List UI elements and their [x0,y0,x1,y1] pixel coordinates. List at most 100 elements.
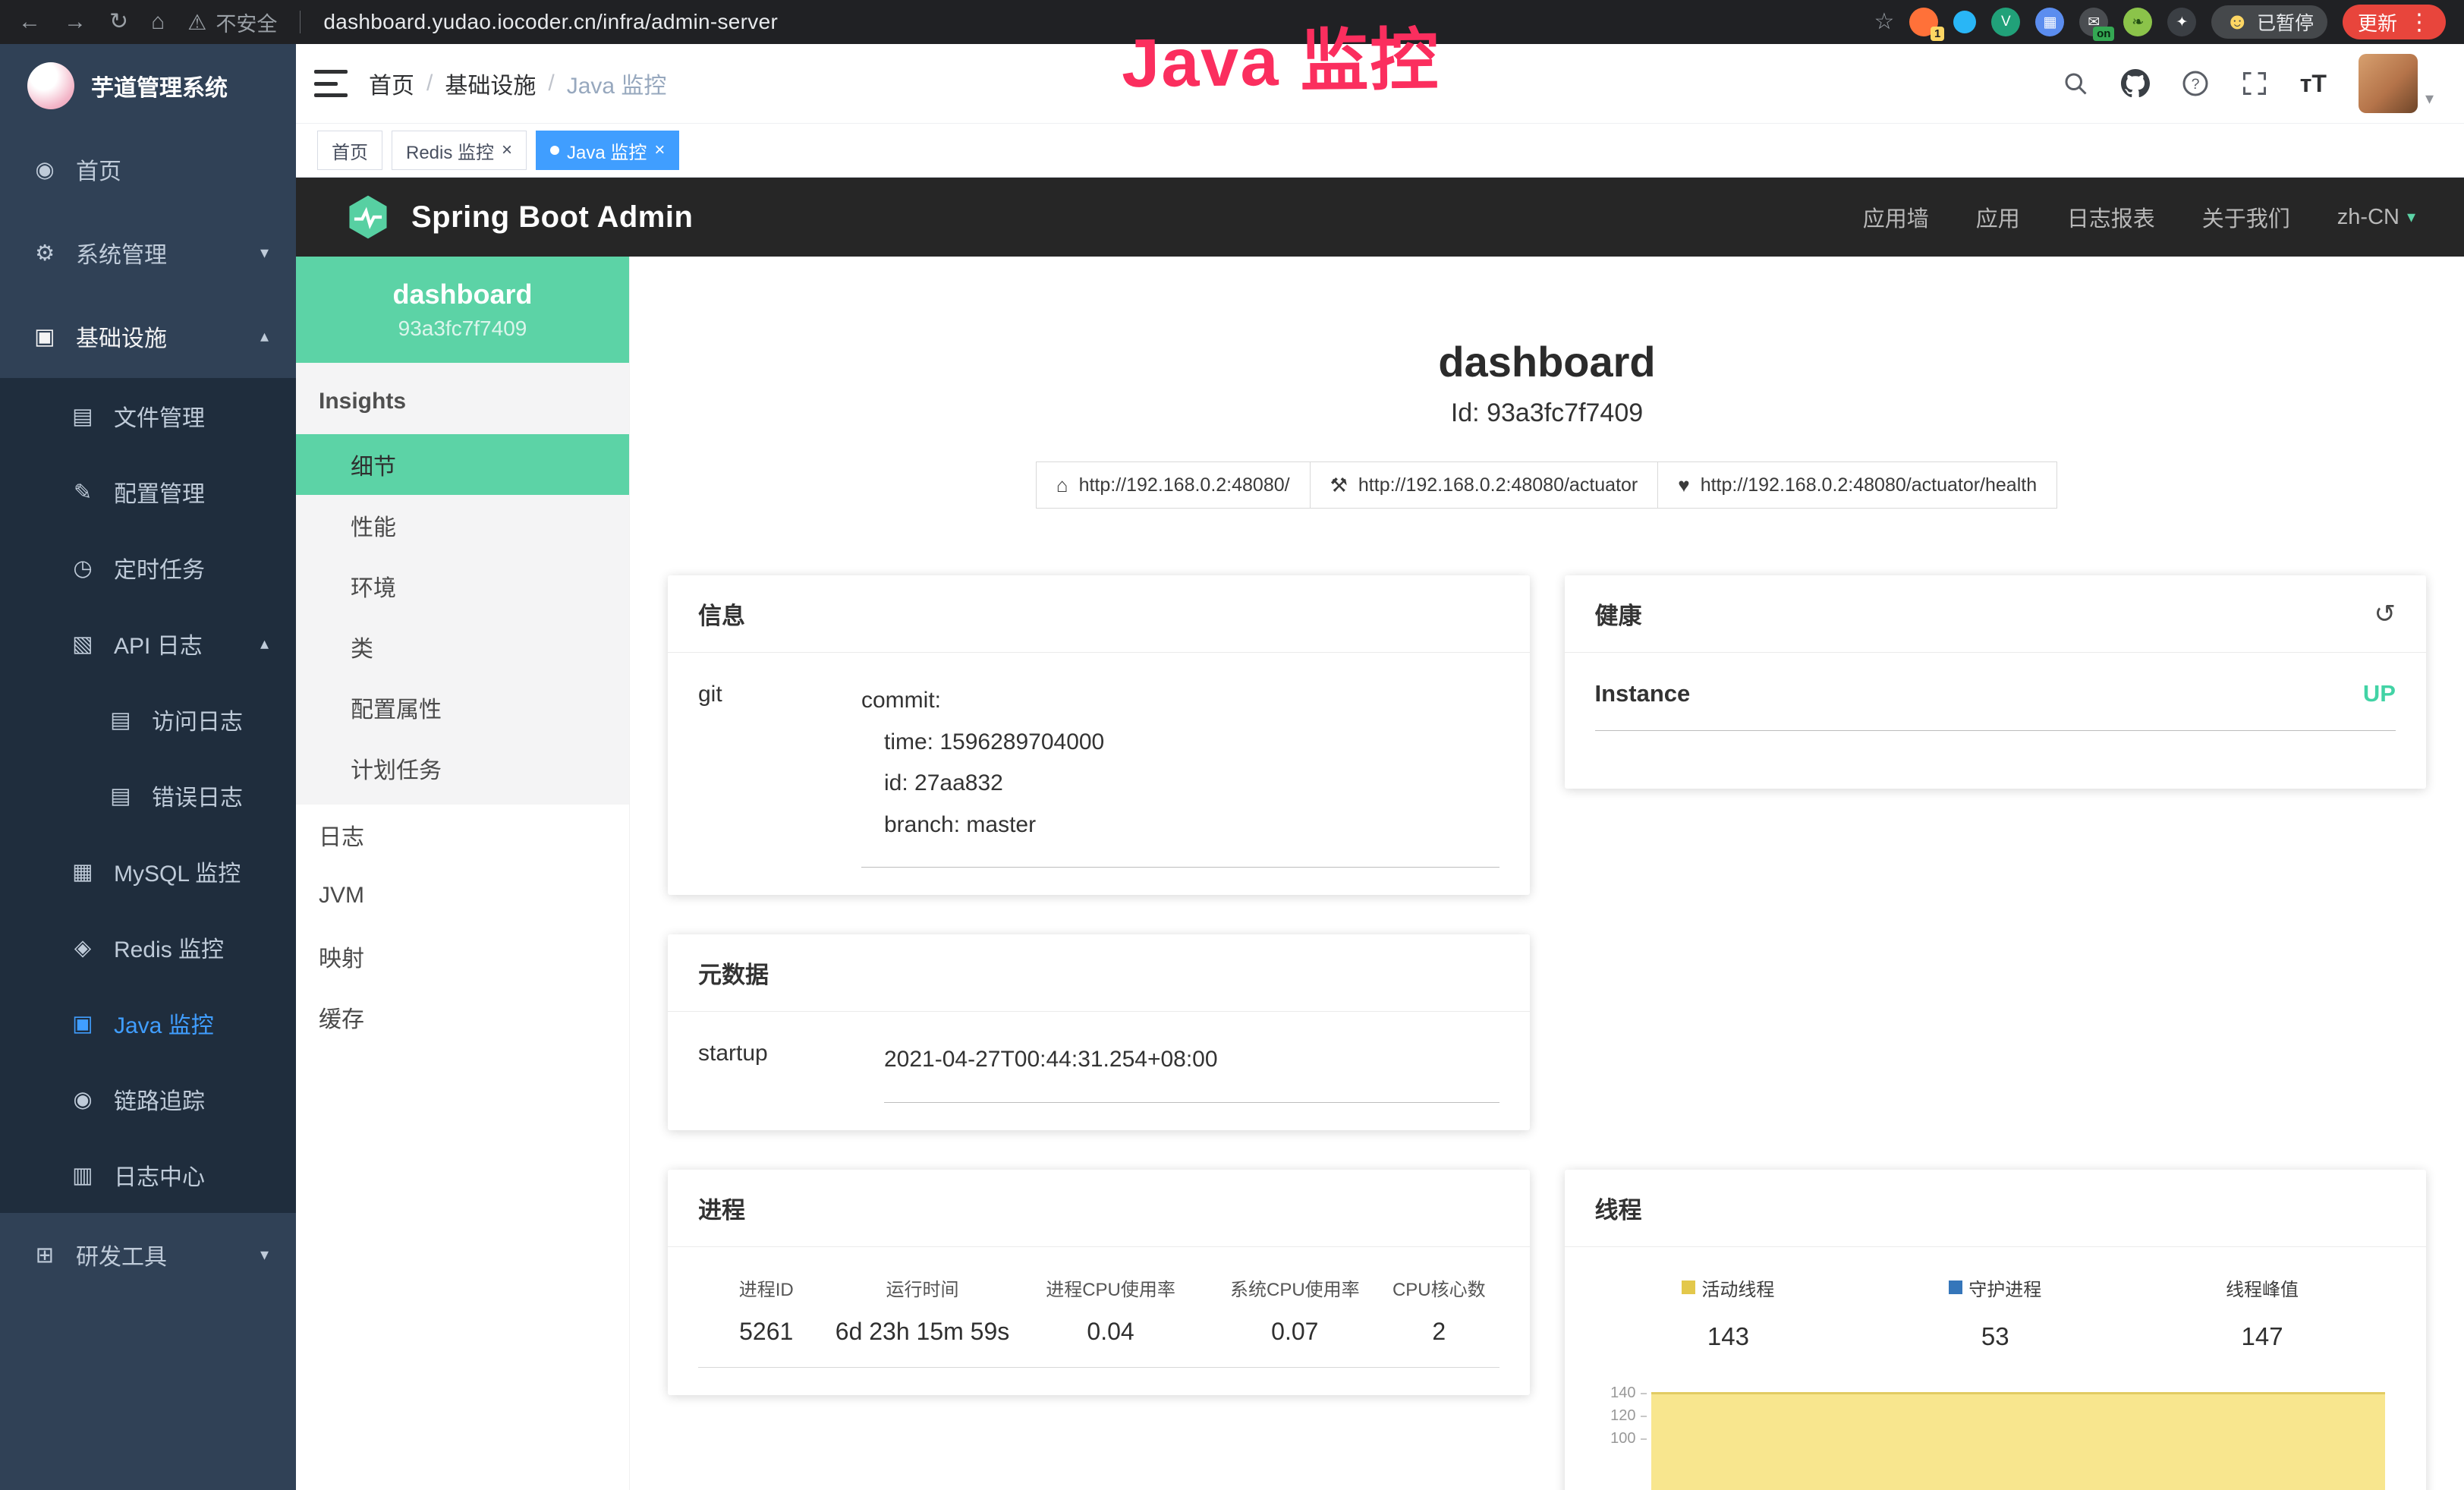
tab-redis-monitor[interactable]: Redis 监控 × [392,131,527,170]
clock-icon: ◷ [70,555,96,581]
fox-extension-icon[interactable]: 1 [1909,8,1938,36]
service-url-link[interactable]: ⌂ http://192.168.0.2:48080/ [1036,461,1311,509]
sidebar-item-mysql[interactable]: ▦ MySQL 监控 [0,833,296,909]
sba-item-details[interactable]: 细节 [296,434,629,495]
sidebar-item-access-log[interactable]: ▤ 访问日志 [0,682,296,758]
sba-item-logs[interactable]: 日志 [296,805,629,865]
eye-icon: ◉ [70,1086,96,1113]
sidebar-item-label: 首页 [76,153,121,186]
warning-icon: ⚠ [187,10,206,35]
sba-nav-applications[interactable]: 应用 [1976,201,2020,233]
breadcrumb-current: Java 监控 [567,67,667,100]
chevron-down-icon: ▾ [2407,207,2415,227]
sidebar-item-config[interactable]: ✎ 配置管理 [0,454,296,530]
v-extension-icon[interactable]: V [1991,8,2020,36]
history-icon[interactable]: ↺ [2374,599,2396,629]
health-instance-label: Instance [1595,680,1691,707]
sba-nav-about[interactable]: 关于我们 [2202,201,2290,233]
font-size-icon[interactable]: тT [2300,70,2327,98]
legend-peak-threads: 线程峰值 147 [2129,1274,2396,1351]
browser-actions: ☆ 1 V ▦ ✉ on ❧ ✦ ☻ 已暂停 更新 ⋮ [1874,5,2446,39]
address-bar[interactable]: dashboard.yudao.iocoder.cn/infra/admin-s… [323,10,778,34]
sidebar-item-label: 定时任务 [114,551,205,584]
browser-home-icon[interactable]: ⌂ [151,11,165,33]
drop-extension-icon[interactable] [1953,11,1976,33]
mail-extension-icon[interactable]: ✉ on [2079,8,2108,36]
sidebar-item-log-center[interactable]: ▥ 日志中心 [0,1137,296,1213]
sidebar-item-job[interactable]: ◷ 定时任务 [0,530,296,606]
sba-item-metrics[interactable]: 性能 [296,495,629,556]
sidebar-item-trace[interactable]: ◉ 链路追踪 [0,1061,296,1137]
database-icon: ▦ [70,858,96,885]
sba-item-jvm[interactable]: JVM [296,865,629,926]
close-icon[interactable]: × [654,140,665,161]
val-pid: 5261 [698,1318,834,1346]
security-chip[interactable]: ⚠ 不安全 [187,8,277,37]
sba-item-scheduled-tasks[interactable]: 计划任务 [296,738,629,799]
info-value: commit: time: 1596289704000 id: 27aa832 … [861,680,1499,868]
health-url-link[interactable]: ♥ http://192.168.0.2:48080/actuator/heal… [1657,461,2057,509]
sidebar-item-label: 错误日志 [152,779,243,812]
menu-fold-icon[interactable] [314,70,348,97]
fullscreen-icon[interactable] [2241,70,2268,97]
chrome-update-button[interactable]: 更新 ⋮ [2343,5,2446,39]
close-icon[interactable]: × [502,140,512,161]
forward-icon[interactable]: → [64,11,87,33]
profile-paused-badge[interactable]: ☻ 已暂停 [2211,5,2327,39]
bookmark-star-icon[interactable]: ☆ [1874,11,1894,33]
breadcrumb-infra[interactable]: 基础设施 [445,67,536,100]
sba-nav-journal[interactable]: 日志报表 [2067,201,2155,233]
tab-java-monitor[interactable]: Java 监控 × [536,131,679,170]
admin-sidebar: 芋道管理系统 ◉ 首页 ⚙ 系统管理 ▾ ▣ 基础设施 ▴ ▤ 文件管理 [0,44,296,1490]
col-process-cpu: 进程CPU使用率 [1011,1274,1211,1301]
col-uptime: 运行时间 [834,1274,1010,1301]
breadcrumb-separator: / [548,71,554,96]
sba-item-classes[interactable]: 类 [296,616,629,677]
sba-item-caches[interactable]: 缓存 [296,987,629,1047]
sba-item-environment[interactable]: 环境 [296,556,629,616]
tab-home[interactable]: 首页 [317,131,382,170]
reload-icon[interactable]: ↻ [109,11,128,33]
sidebar-item-java[interactable]: ▣ Java 监控 [0,985,296,1061]
grid-extension-icon[interactable]: ▦ [2035,8,2064,36]
sba-item-config-props[interactable]: 配置属性 [296,677,629,738]
sidebar-item-redis[interactable]: ◈ Redis 监控 [0,909,296,985]
leaf-extension-icon[interactable]: ❧ [2123,8,2152,36]
smiley-icon: ☻ [2225,11,2249,33]
instance-header[interactable]: dashboard 93a3fc7f7409 [296,257,629,363]
threads-chart-yaxis: 140 120 100 [1595,1381,1647,1490]
breadcrumb-separator: / [426,71,433,96]
actuator-url-link[interactable]: ⚒ http://192.168.0.2:48080/actuator [1310,461,1659,509]
health-card-title: 健康 [1595,597,1642,631]
sidebar-item-dev-tools[interactable]: ⊞ 研发工具 ▾ [0,1213,296,1296]
dashboard-icon: ◉ [32,156,58,183]
sidebar-item-file[interactable]: ▤ 文件管理 [0,378,296,454]
kebab-menu-icon[interactable]: ⋮ [2408,9,2431,36]
locale-select[interactable]: zh-CN ▾ [2337,205,2415,230]
tab-label: Redis 监控 [406,137,494,164]
val-process-cpu: 0.04 [1011,1318,1211,1346]
val-cpu-cores: 2 [1379,1318,1499,1346]
sba-logo-icon [345,194,392,241]
page-title: dashboard [668,337,2426,386]
github-icon[interactable] [2121,69,2150,98]
infra-submenu: ▤ 文件管理 ✎ 配置管理 ◷ 定时任务 ▧ API 日志 ▴ ▤ [0,378,296,1213]
help-icon[interactable]: ? [2182,70,2209,97]
pinwheel-extension-icon[interactable]: ✦ [2167,8,2196,36]
sba-brand[interactable]: Spring Boot Admin [345,194,693,241]
search-icon[interactable] [2062,70,2089,97]
sidebar-item-system[interactable]: ⚙ 系统管理 ▾ [0,211,296,295]
back-icon[interactable]: ← [18,11,41,33]
locale-label: zh-CN [2337,205,2399,230]
sidebar-item-infra[interactable]: ▣ 基础设施 ▴ [0,295,296,378]
sidebar-item-api-log[interactable]: ▧ API 日志 ▴ [0,606,296,682]
user-menu[interactable]: ▾ [2359,54,2434,113]
sidebar-item-error-log[interactable]: ▤ 错误日志 [0,758,296,833]
sba-nav-wallboard[interactable]: 应用墙 [1863,201,1929,233]
gear-icon: ⚙ [32,240,58,266]
sidebar-item-home[interactable]: ◉ 首页 [0,128,296,211]
metadata-card: 元数据 startup 2021-04-27T00:44:31.254+08:0… [668,934,1530,1130]
paused-label: 已暂停 [2257,8,2314,36]
sba-item-mappings[interactable]: 映射 [296,926,629,987]
breadcrumb-home[interactable]: 首页 [369,67,414,100]
